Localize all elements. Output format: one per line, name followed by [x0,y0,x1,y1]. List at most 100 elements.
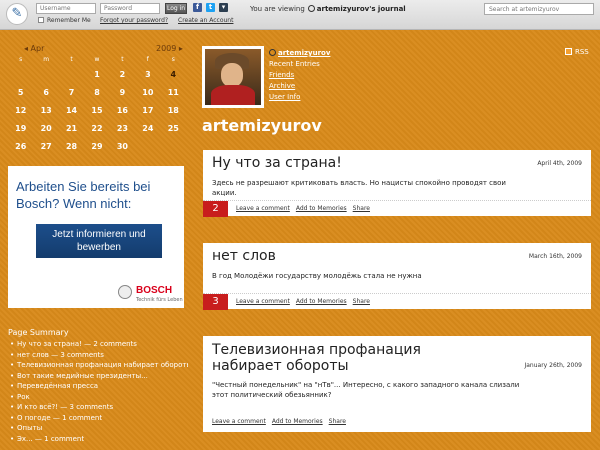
page-summary-item[interactable]: Телевизионная профанация набирает оборот… [8,361,188,372]
leave-comment-link[interactable]: Leave a comment [236,205,290,212]
calendar-empty-cell [33,66,58,84]
remember-label: Remember Me [47,17,91,24]
create-account-link[interactable]: Create an Account [178,17,233,24]
twitter-icon[interactable]: t [206,3,215,12]
post-date: January 26th, 2009 [524,362,582,369]
page-summary-item[interactable]: Опыты [8,424,188,435]
calendar-weekday: s [171,56,175,63]
post-actions: Leave a comment Add to Memories Share [236,298,376,305]
calendar-day: 20 [40,124,52,133]
page-summary-item[interactable]: Переведённая пресса [8,382,188,393]
search-input[interactable] [484,3,594,15]
calendar-day: 11 [167,88,179,97]
calendar-day: 17 [142,106,154,115]
page-summary-item[interactable]: Вот такие медийные президенты... [8,372,188,383]
user-icon [269,49,276,56]
page-summary-item[interactable]: нет слов — 3 comments [8,351,188,362]
ad-headline: Arbeiten Sie bereits bei Bosch? Wenn nic… [16,179,151,211]
calendar-day: 5 [17,88,24,97]
calendar-days: 1 2 3 4 5 6 7 8 9 10 11 12 13 14 15 16 17 18 19 20 21 22 23 24 2… [8,66,186,156]
username-input[interactable] [36,3,96,14]
viewing-user-link[interactable]: artemizyurov's journal [317,5,406,13]
page-summary-item[interactable]: О погоде — 1 comment [8,414,188,425]
ad-tagline: Technik fürs Leben [136,297,183,303]
add-to-memories-link[interactable]: Add to Memories [272,418,323,425]
calendar-day: 25 [167,124,179,133]
post-body: Здесь не разрешают критиковать власть. Н… [212,179,506,197]
post-title[interactable]: нет слов [212,248,276,264]
page-summary-item[interactable]: Эх... — 1 comment [8,435,188,446]
user-icon [307,5,315,12]
calendar-header: ◂ Apr 2009 ▸ [8,44,186,56]
calendar-day: 15 [91,106,103,115]
forgot-password-link[interactable]: Forgot your password? [100,17,168,24]
calendar-empty-cell [135,138,160,156]
ad-cta-button[interactable]: Jetzt informieren und bewerben [36,224,162,258]
calendar-day: 27 [40,142,52,151]
rss-icon [565,48,572,55]
calendar-day: 7 [68,88,75,97]
calendar-day: 19 [15,124,27,133]
page-summary-list: Ну что за страна! — 2 commentsнет слов —… [8,340,188,445]
leave-comment-link[interactable]: Leave a comment [212,418,266,425]
post-date: April 4th, 2009 [537,160,582,167]
bosch-ad[interactable]: Arbeiten Sie bereits bei Bosch? Wenn nic… [8,166,184,308]
calendar-day: 9 [119,88,126,97]
post-footer: Leave a comment Add to Memories Share [203,414,591,430]
calendar-weekday: t [70,56,73,63]
calendar-day: 10 [142,88,154,97]
calendar-prev-month[interactable]: ◂ Apr [24,44,44,53]
post-entry: Телевизионная профанация набирает оборот… [203,336,591,432]
calendar-day: 18 [167,106,179,115]
share-link[interactable]: Share [353,205,370,212]
comment-count[interactable]: 2 [203,201,228,217]
calendar-weekday: w [94,56,100,63]
post-body: "Честный понедельник" на "нТв"... Интере… [212,381,520,399]
livejournal-icon[interactable]: ▾ [219,3,228,12]
calendar-day: 24 [142,124,154,133]
calendar-day: 3 [145,70,151,79]
calendar-day: 8 [94,88,100,97]
post-entry: Ну что за страна! April 4th, 2009 Здесь … [203,150,591,217]
post-title[interactable]: Ну что за страна! [212,155,342,171]
facebook-icon[interactable]: f [193,3,202,12]
calendar-day: 14 [65,106,78,115]
friends-link[interactable]: Friends [269,70,330,81]
post-title[interactable]: Телевизионная профанация набирает оборот… [212,342,492,374]
calendar-empty-cell [59,66,84,84]
archive-link[interactable]: Archive [269,81,330,92]
post-body: В год Молодёжи государству молодёжь стал… [212,272,422,280]
calendar-next-year[interactable]: 2009 ▸ [156,44,183,53]
page-summary-item[interactable]: Ну что за страна! — 2 comments [8,340,188,351]
login-button[interactable]: Log in [165,3,187,14]
calendar-empty-cell [8,66,33,84]
password-input[interactable] [100,3,160,14]
page-summary-item[interactable]: И кто всё?! — 3 comments [8,403,188,414]
bosch-logo-icon [118,285,132,299]
calendar: ◂ Apr 2009 ▸ smtwtfs 1 2 3 4 5 6 7 8 9 10 11 12 13 14… [8,44,186,156]
remember-checkbox[interactable] [38,17,44,23]
calendar-day[interactable]: 4 [161,66,186,84]
leave-comment-link[interactable]: Leave a comment [236,298,290,305]
post-date: March 16th, 2009 [528,253,582,260]
share-link[interactable]: Share [353,298,370,305]
calendar-day: 12 [15,106,27,115]
calendar-day: 16 [116,106,128,115]
user-info-link[interactable]: User Info [269,92,330,103]
calendar-day: 28 [65,142,78,151]
rss-link[interactable]: RSS [565,48,589,56]
share-link[interactable]: Share [329,418,346,425]
post-footer: 2 Leave a comment Add to Memories Share [203,200,591,217]
post-footer: 3 Leave a comment Add to Memories Share [203,293,591,310]
calendar-weekday: m [43,56,50,63]
add-to-memories-link[interactable]: Add to Memories [296,298,347,305]
profile-username-link[interactable]: artemizyurov [269,48,330,59]
comment-count[interactable]: 3 [203,294,228,310]
page-summary-item[interactable]: Рок [8,393,188,404]
calendar-weekday: s [19,56,23,63]
livejournal-logo-icon[interactable]: ✎ [6,3,28,25]
add-to-memories-link[interactable]: Add to Memories [296,205,347,212]
profile-nav: artemizyurov Recent Entries Friends Arch… [269,48,330,103]
calendar-day: 29 [91,142,103,151]
userpic[interactable] [202,46,264,108]
